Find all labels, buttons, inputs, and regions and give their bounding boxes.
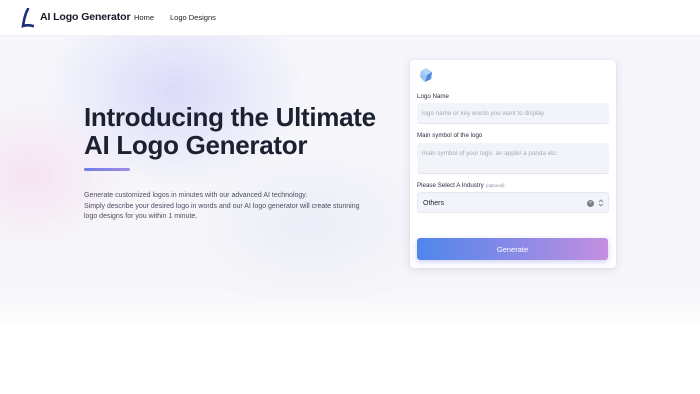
nav-home-link[interactable]: Home bbox=[134, 13, 154, 22]
logo-name-label: Logo Name bbox=[417, 93, 449, 100]
clear-icon[interactable]: × bbox=[587, 200, 594, 207]
nav-logo-designs-link[interactable]: Logo Designs bbox=[170, 13, 216, 22]
industry-label: Please Select A Industry (optional) bbox=[417, 182, 505, 189]
logo-name-input[interactable]: logo name or key words you want to displ… bbox=[417, 103, 609, 124]
brand-logo-icon[interactable] bbox=[20, 8, 34, 28]
hero-title-line-2: AI Logo Generator bbox=[84, 130, 308, 160]
hero-desc-line-2: Simply describe your desired logo in wor… bbox=[84, 202, 360, 210]
hero-description: Generate customized logos in minutes wit… bbox=[84, 191, 404, 223]
top-nav-bar: AI Logo Generator Home Logo Designs bbox=[0, 0, 700, 36]
industry-optional-note: (optional) bbox=[485, 183, 505, 188]
industry-select[interactable]: Others × bbox=[417, 192, 609, 213]
industry-label-text: Please Select A Industry bbox=[417, 182, 484, 189]
generate-button[interactable]: Generate bbox=[417, 238, 608, 260]
symbol-textarea[interactable]: main symbol of your logo, an apple/ a pa… bbox=[417, 143, 609, 174]
hero-fade bbox=[0, 290, 700, 330]
hero-desc-line-1: Generate customized logos in minutes wit… bbox=[84, 192, 308, 199]
hero-title-line-1: Introducing the Ultimate bbox=[84, 102, 376, 132]
title-underline bbox=[84, 168, 130, 171]
chevron-updown-icon[interactable] bbox=[598, 198, 604, 208]
crystal-icon bbox=[420, 68, 432, 82]
logo-generator-form: Logo Name logo name or key words you wan… bbox=[410, 60, 616, 268]
brand-name[interactable]: AI Logo Generator bbox=[40, 11, 131, 23]
symbol-label: Main symbol of the logo bbox=[417, 132, 483, 139]
hero-title: Introducing the Ultimate AI Logo Generat… bbox=[84, 103, 414, 159]
hero-desc-line-3: logo designs for you within 1 minute. bbox=[84, 213, 198, 220]
industry-select-value: Others bbox=[423, 200, 445, 207]
